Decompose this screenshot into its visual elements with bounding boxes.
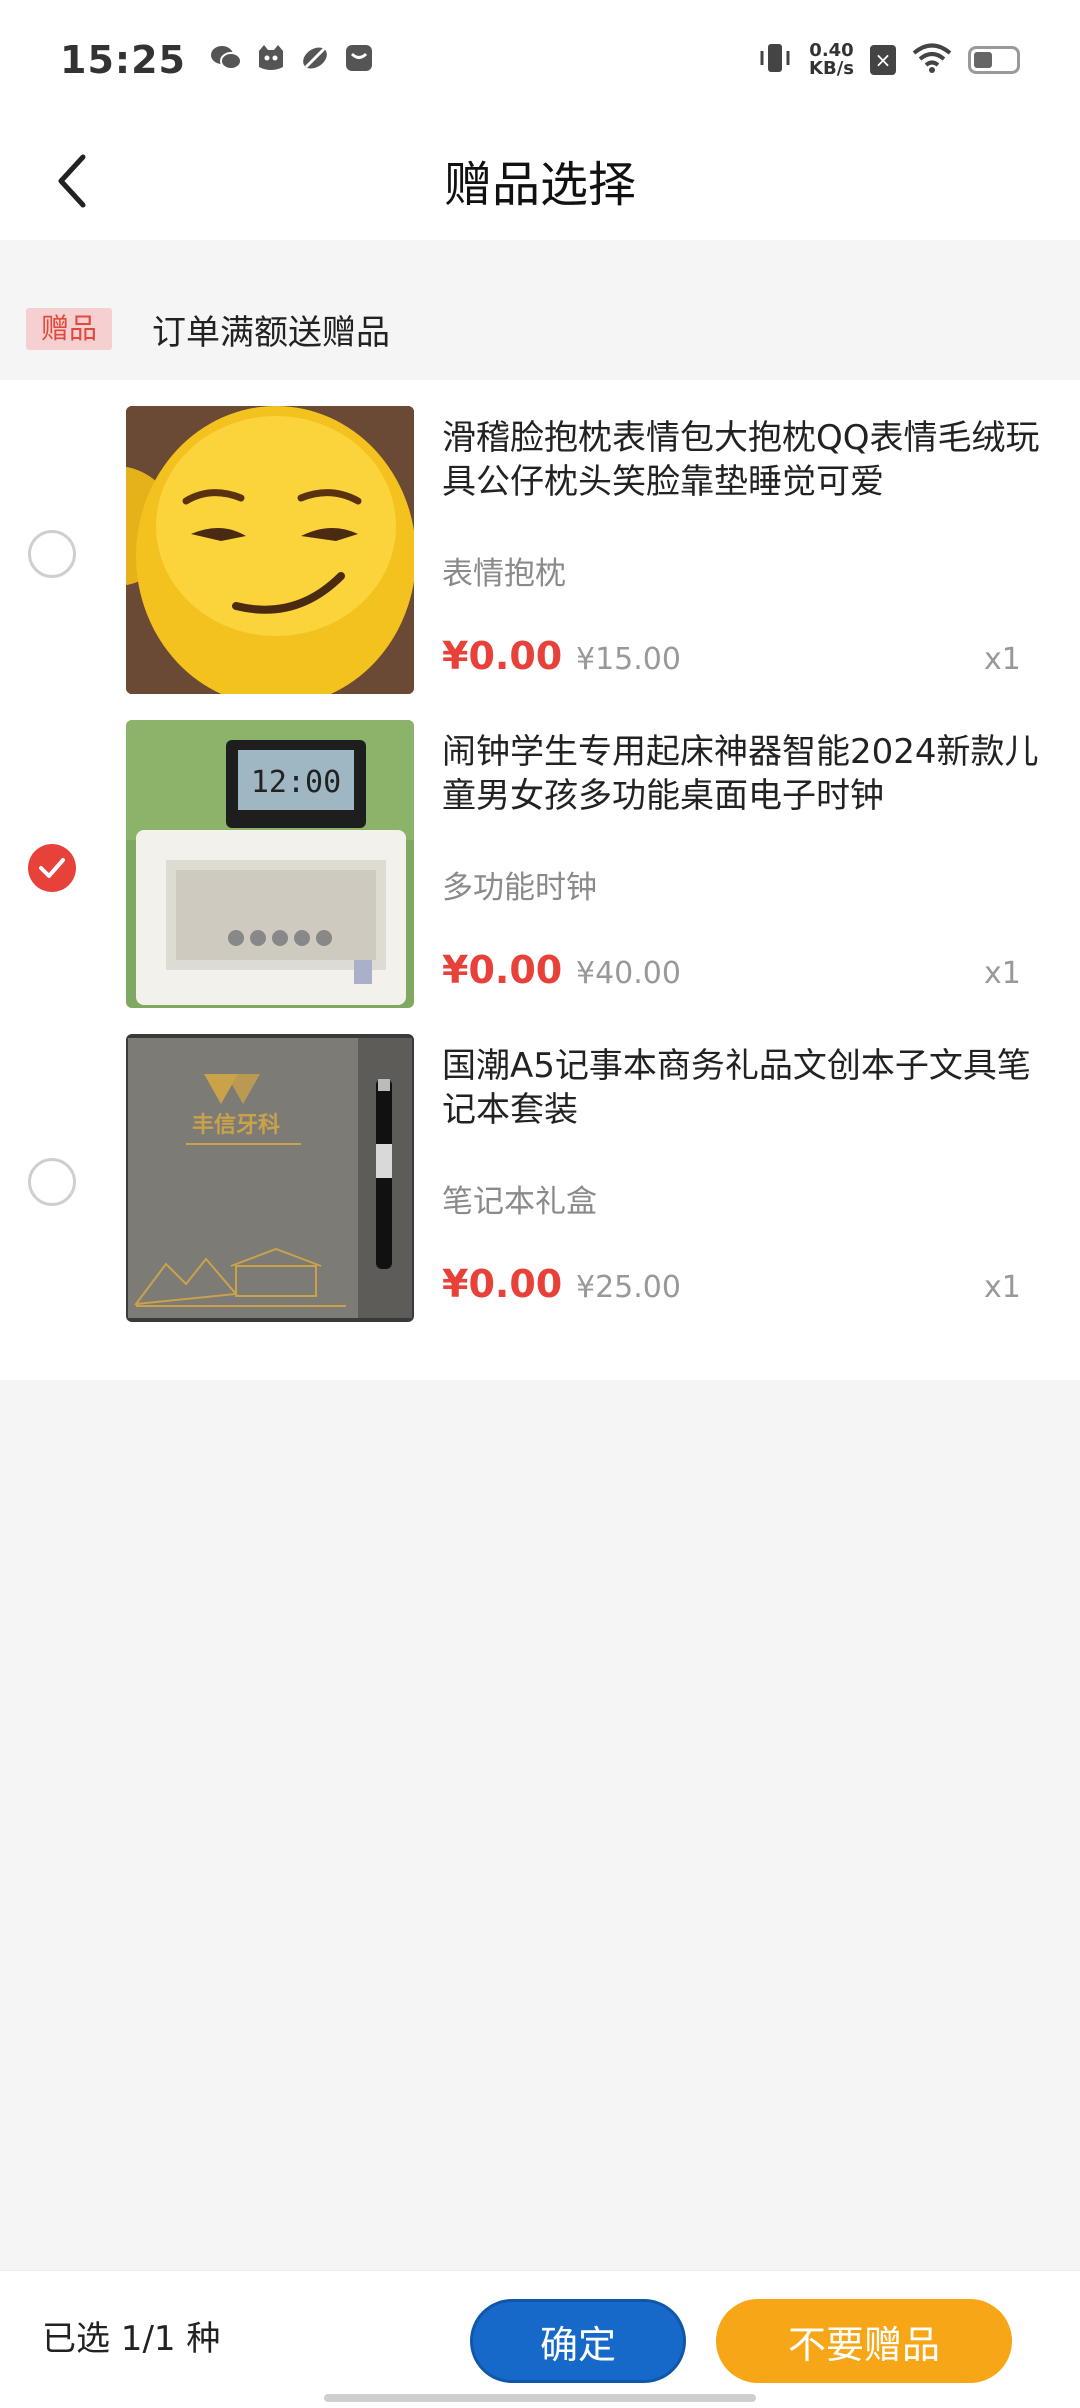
gift-radio-checked[interactable] [28, 844, 76, 892]
gift-original-price: ¥40.00 [576, 956, 681, 991]
chevron-left-icon [58, 154, 86, 208]
net-speed-unit: KB/s [809, 58, 854, 79]
gift-original-price: ¥25.00 [576, 1270, 681, 1305]
cat-app-icon [256, 43, 286, 77]
vibrate-icon [757, 40, 793, 80]
screen: 15:25 0.40 KB/s × 赠品选择 赠品 订单满额送赠品 滑稽脸抱枕表… [0, 0, 1080, 2408]
gift-item[interactable]: 丰信牙科 国潮A5记事本商务礼品文创本子文具笔记本套装 笔记本礼盒 ¥0.00 … [0, 1034, 1080, 1346]
gift-qty: x1 [984, 956, 1021, 991]
net-speed: 0.40 KB/s [809, 42, 854, 78]
status-bar: 15:25 0.40 KB/s × [0, 0, 1080, 120]
x-badge-icon: × [870, 45, 896, 75]
gift-tag-badge: 赠品 [26, 308, 112, 350]
gift-title: 国潮A5记事本商务礼品文创本子文具笔记本套装 [442, 1046, 1031, 1130]
gift-spec: 表情抱枕 [442, 556, 566, 592]
home-indicator[interactable] [324, 2394, 756, 2402]
gift-price: ¥0.00 [442, 948, 563, 992]
message-app-icon [344, 43, 374, 77]
smiley-pillow-image [126, 406, 414, 694]
notebook-brand-text: 丰信牙科 [192, 1112, 280, 1138]
status-right: 0.40 KB/s × [757, 40, 1020, 80]
gift-title: 滑稽脸抱枕表情包大抱枕QQ表情毛绒玩具公仔枕头笑脸靠垫睡觉可爱 [442, 418, 1040, 502]
alarm-clock-image: 12:00 [126, 720, 414, 1008]
page-title: 赠品选择 [443, 157, 636, 213]
gift-price: ¥0.00 [442, 634, 563, 678]
gift-radio-unchecked[interactable] [28, 1158, 76, 1206]
gift-list: 滑稽脸抱枕表情包大抱枕QQ表情毛绒玩具公仔枕头笑脸靠垫睡觉可爱 表情抱枕 ¥0.… [0, 380, 1080, 1380]
gift-title: 闹钟学生专用起床神器智能2024新款儿童男女孩多功能桌面电子时钟 [442, 732, 1039, 816]
promo-strip: 赠品 订单满额送赠品 [0, 278, 1080, 380]
header: 赠品选择 [0, 120, 1080, 240]
gift-item[interactable]: 12:00 闹钟学生专用起床神器智能2024新款儿童男女孩多功能桌面电子时钟 多… [0, 720, 1080, 1032]
gift-item[interactable]: 滑稽脸抱枕表情包大抱枕QQ表情毛绒玩具公仔枕头笑脸靠垫睡觉可爱 表情抱枕 ¥0.… [0, 406, 1080, 718]
confirm-button[interactable]: 确定 [470, 2299, 686, 2383]
wifi-icon [912, 42, 952, 78]
selected-count-text: 已选 1/1 种 [42, 2319, 221, 2359]
gift-price: ¥0.00 [442, 1262, 563, 1306]
no-gift-button[interactable]: 不要赠品 [716, 2299, 1012, 2383]
gift-spec: 多功能时钟 [442, 870, 597, 906]
footer-bar: 已选 1/1 种 确定 不要赠品 [0, 2270, 1080, 2408]
status-time: 15:25 [60, 38, 186, 82]
gift-qty: x1 [984, 1270, 1021, 1305]
promo-text: 订单满额送赠品 [152, 312, 390, 353]
wechat-icon [210, 43, 242, 77]
battery-icon [968, 46, 1020, 74]
clock-display-text: 12:00 [251, 765, 341, 800]
gift-qty: x1 [984, 642, 1021, 677]
check-icon [39, 858, 65, 878]
battery-level [974, 52, 992, 68]
leaf-app-icon [300, 43, 330, 77]
gift-original-price: ¥15.00 [576, 642, 681, 677]
notebook-giftbox-image: 丰信牙科 [126, 1034, 414, 1322]
back-button[interactable] [36, 146, 106, 216]
notification-icons [210, 43, 374, 77]
gift-spec: 笔记本礼盒 [442, 1184, 597, 1220]
gift-radio-unchecked[interactable] [28, 530, 76, 578]
